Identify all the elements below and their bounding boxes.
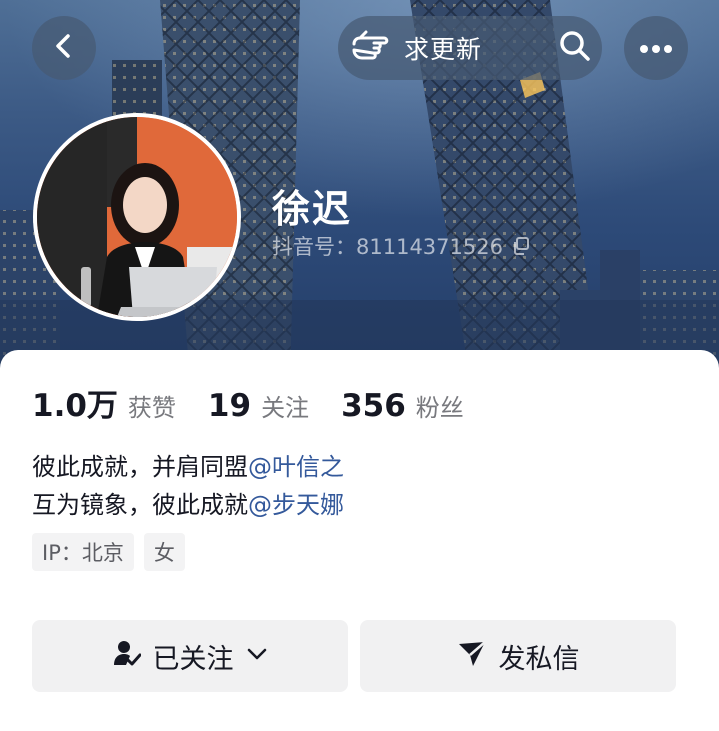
chevron-left-icon bbox=[50, 32, 78, 64]
chevron-down-icon bbox=[246, 641, 268, 672]
avatar[interactable] bbox=[33, 113, 241, 321]
ip-location-tag: IP：北京 bbox=[32, 533, 134, 571]
stat-followers[interactable]: 356 粉丝 bbox=[341, 388, 464, 424]
stat-label: 粉丝 bbox=[415, 394, 464, 422]
bio-line: 互为镜象，彼此成就 @步天娜 bbox=[32, 486, 344, 524]
bio: 彼此成就，并肩同盟 @叶信之 互为镜象，彼此成就 @步天娜 bbox=[32, 448, 344, 524]
more-button[interactable] bbox=[624, 16, 688, 80]
followed-button[interactable]: 已关注 bbox=[32, 620, 348, 692]
stat-label: 关注 bbox=[261, 394, 310, 422]
stat-value: 1.0万 bbox=[32, 388, 118, 424]
send-icon bbox=[457, 638, 487, 675]
profile-name: 徐迟 bbox=[272, 187, 353, 231]
search-button[interactable] bbox=[549, 22, 601, 74]
profile-stats: 1.0万 获赞 19 关注 356 粉丝 bbox=[32, 380, 496, 425]
mention-link[interactable]: @步天娜 bbox=[248, 486, 344, 524]
followed-label: 已关注 bbox=[152, 643, 234, 675]
request-update-label: 求更新 bbox=[404, 35, 483, 64]
avatar-photo bbox=[37, 117, 237, 317]
stat-value: 19 bbox=[207, 388, 252, 424]
pointing-hand-icon bbox=[350, 26, 396, 70]
stat-label: 获赞 bbox=[127, 394, 176, 422]
copy-icon[interactable] bbox=[511, 236, 531, 256]
send-message-label: 发私信 bbox=[498, 643, 580, 675]
more-dots-icon bbox=[639, 39, 673, 58]
bio-line: 彼此成就，并肩同盟 @叶信之 bbox=[32, 448, 344, 486]
send-message-button[interactable]: 发私信 bbox=[360, 620, 676, 692]
bio-text: 互为镜象，彼此成就 bbox=[32, 491, 248, 519]
douyin-id-row: 抖音号：81114371526 bbox=[272, 231, 531, 261]
stat-following[interactable]: 19 关注 bbox=[208, 388, 309, 424]
gender-tag: 女 bbox=[143, 533, 185, 571]
search-icon bbox=[558, 29, 592, 67]
back-button[interactable] bbox=[32, 16, 96, 80]
douyin-id: 抖音号：81114371526 bbox=[272, 235, 503, 259]
stat-likes[interactable]: 1.0万 获赞 bbox=[32, 380, 176, 425]
mention-link[interactable]: @叶信之 bbox=[248, 448, 344, 486]
profile-tags: IP：北京 女 bbox=[32, 533, 185, 571]
stat-value: 356 bbox=[341, 388, 406, 424]
request-update-button[interactable]: 求更新 bbox=[350, 22, 482, 74]
user-check-icon bbox=[113, 639, 141, 674]
bio-text: 彼此成就，并肩同盟 bbox=[32, 453, 248, 481]
